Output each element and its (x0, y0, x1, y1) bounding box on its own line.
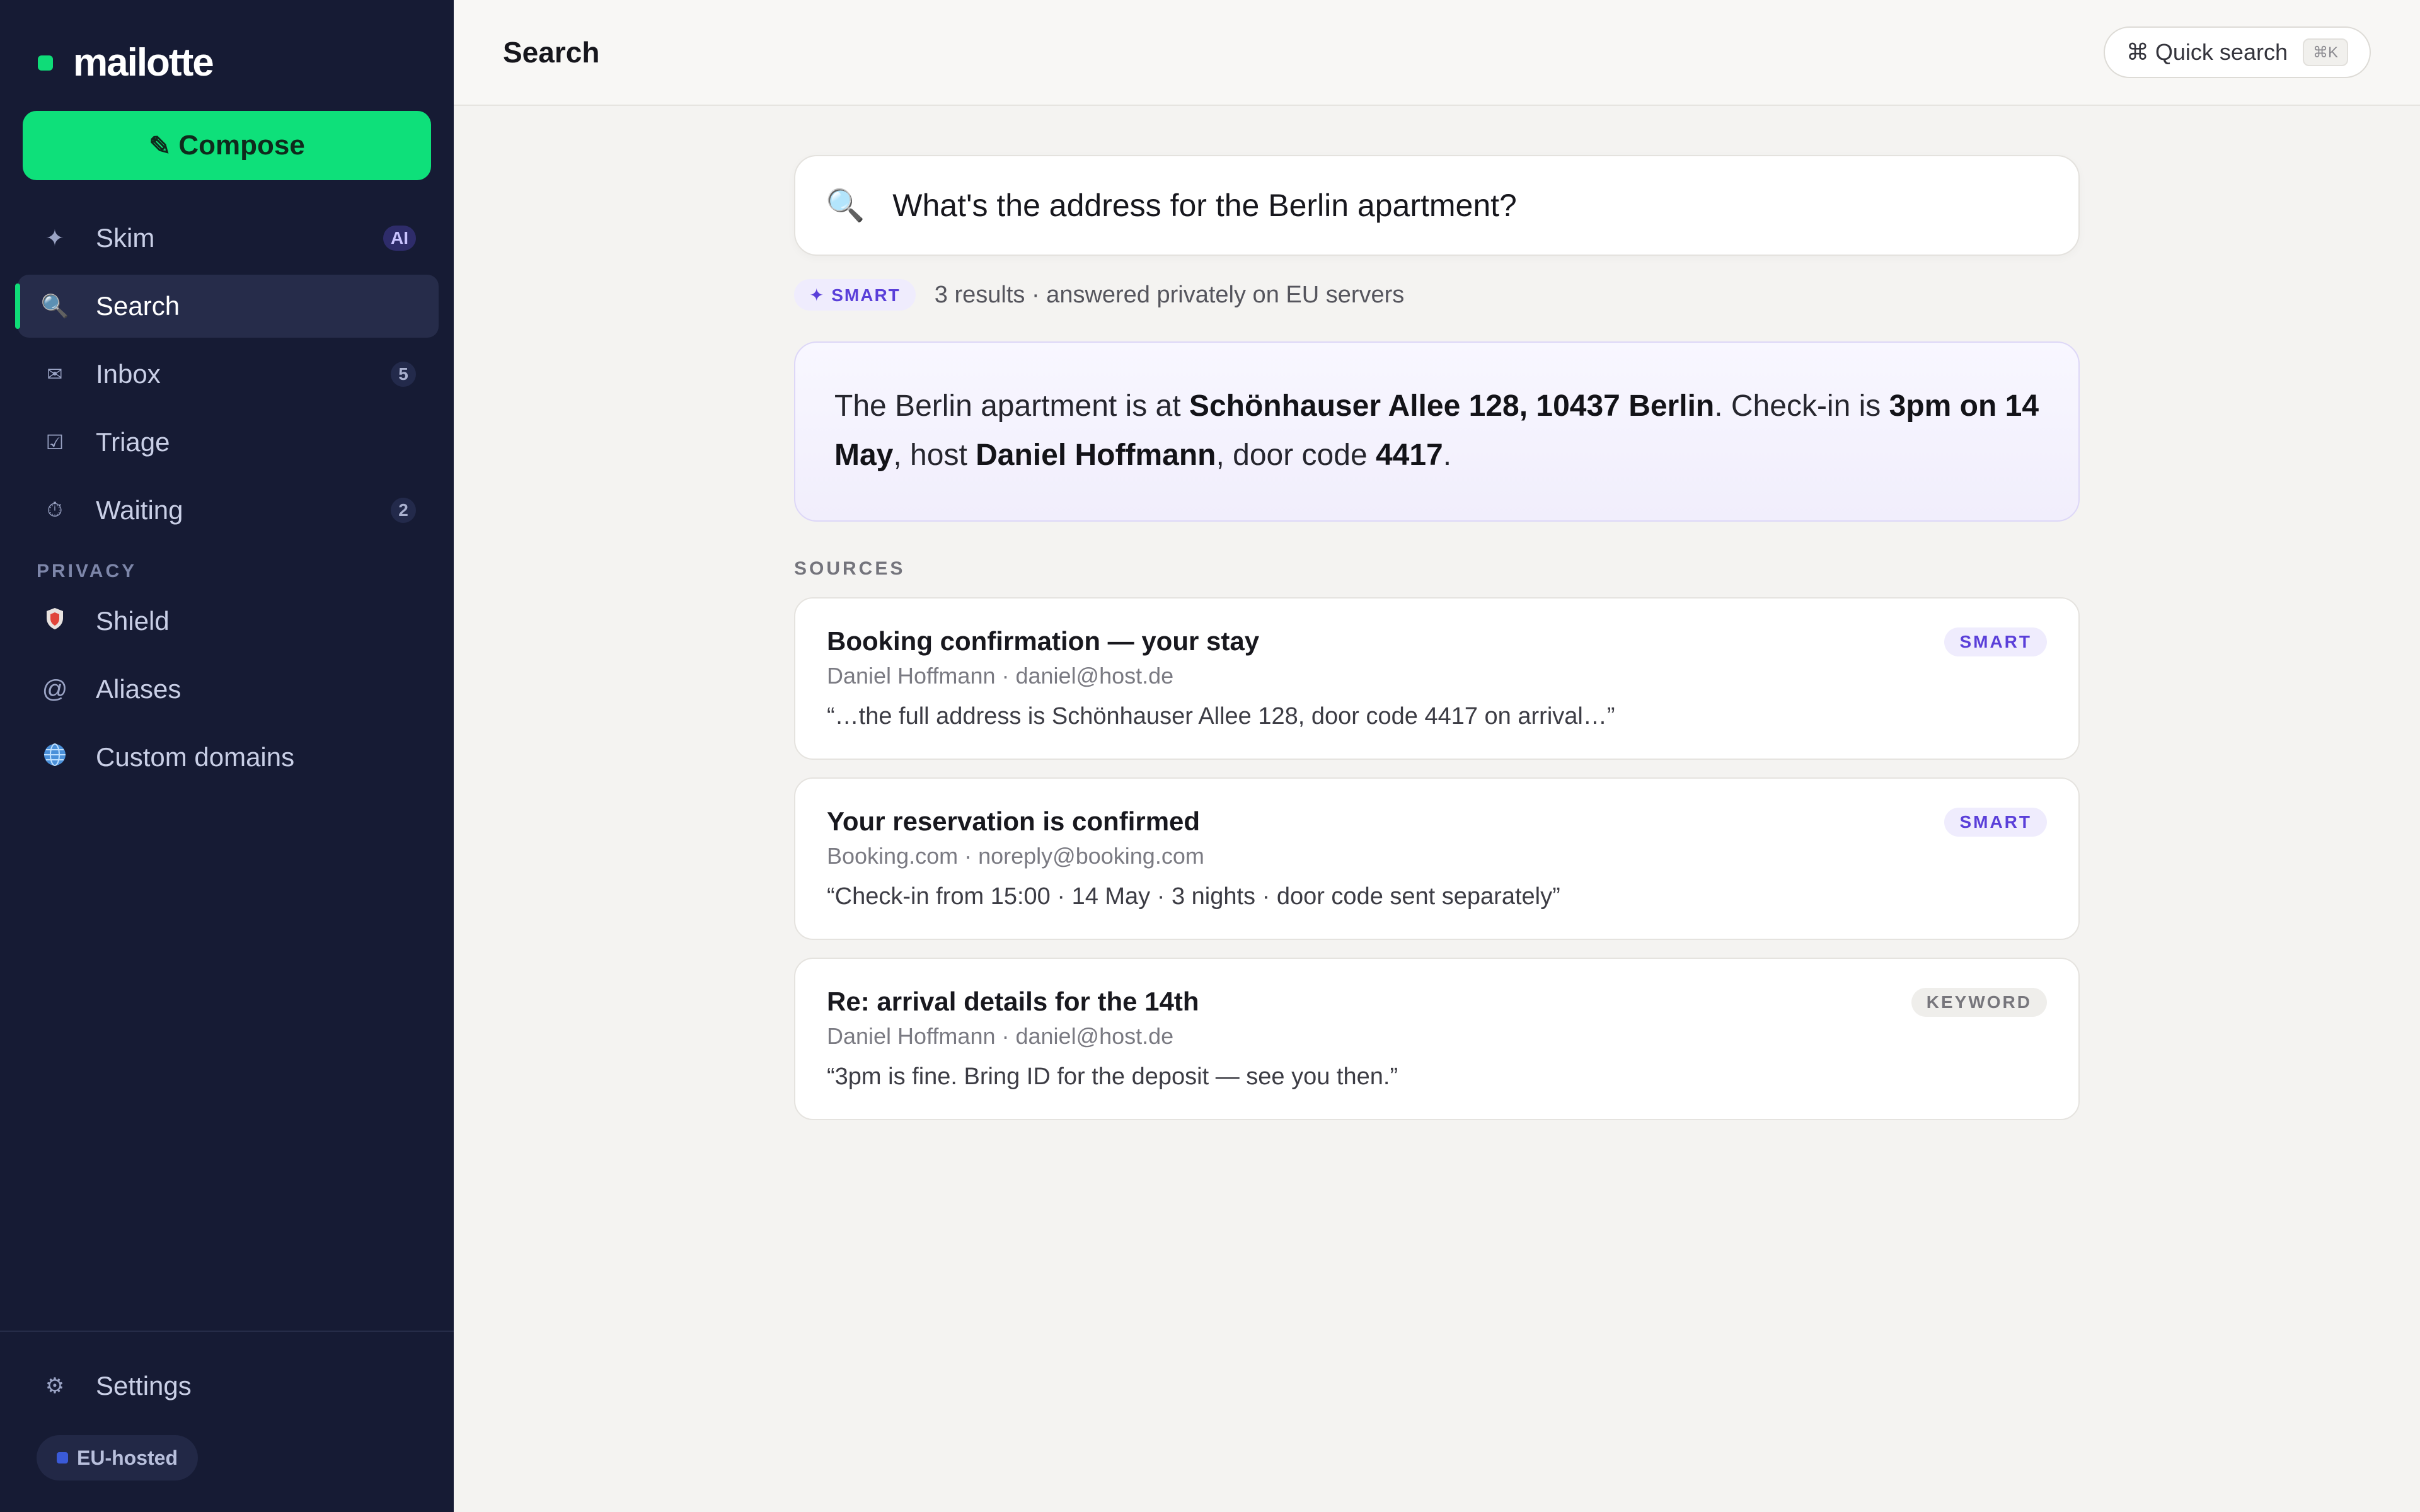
source-sender: Daniel Hoffmann · daniel@host.de (827, 663, 1174, 689)
app-window: mailotte ✎ Compose ✦ Skim AI 🔍 Search ✉ … (0, 0, 2420, 1512)
sidebar-item-search[interactable]: 🔍 Search (15, 275, 439, 338)
privacy-section-label: PRIVACY (37, 561, 137, 581)
sidebar-item-aliases[interactable]: @ Aliases (18, 658, 439, 721)
source-title: Your reservation is confirmed (827, 806, 1201, 836)
source-snippet: “…the full address is Schönhauser Allee … (827, 703, 1615, 730)
page-title: Search (503, 36, 600, 69)
search-content: 🔍 ✦ SMART 3 results · answered privately… (794, 155, 2080, 1120)
at-icon: @ (42, 675, 68, 703)
source-card[interactable]: Booking confirmation — your stay Daniel … (794, 597, 2080, 760)
sidebar-item-label: Search (96, 291, 180, 321)
checkbox-icon: ☑ (45, 431, 64, 454)
sidebar-item-waiting[interactable]: ⏱ Waiting 2 (18, 479, 439, 542)
results-summary: 3 results · answered privately on EU ser… (934, 281, 1405, 308)
smart-mode-badge: ✦ SMART (794, 279, 916, 311)
source-card[interactable]: Your reservation is confirmed Booking.co… (794, 777, 2080, 940)
answer-text: . (1443, 438, 1452, 472)
sidebar-item-label: Settings (96, 1371, 192, 1400)
shield-icon (40, 607, 69, 636)
sidebar-item-label: Aliases (96, 674, 182, 704)
eu-flag-icon (57, 1452, 68, 1463)
sidebar-item-skim[interactable]: ✦ Skim AI (18, 207, 439, 270)
quick-search-button[interactable]: ⌘ Quick search ⌘K (2103, 26, 2371, 78)
sidebar-item-label: Inbox (96, 359, 161, 389)
search-icon: 🔍 (40, 293, 69, 319)
unread-count-badge: 5 (391, 362, 416, 387)
answer-text: , door code (1216, 438, 1376, 472)
sources-heading: SOURCES (794, 558, 906, 579)
eu-hosted-label: EU-hosted (77, 1446, 178, 1469)
waiting-count-badge: 2 (391, 498, 416, 523)
source-snippet: “3pm is fine. Bring ID for the deposit —… (827, 1063, 1398, 1090)
main-panel: Search ⌘ Quick search ⌘K 🔍 ✦ SMART 3 res… (454, 0, 2420, 1512)
source-title: Booking confirmation — your stay (827, 626, 1260, 656)
answer-host: Daniel Hoffmann (976, 438, 1216, 472)
answer-door-code: 4417 (1375, 438, 1443, 472)
brand-name: mailotte (73, 41, 214, 84)
match-type-badge: SMART (1944, 627, 2047, 656)
gear-icon: ⚙ (45, 1374, 65, 1398)
pencil-icon: ✎ (149, 130, 171, 161)
sidebar-item-label: Custom domains (96, 742, 295, 772)
sidebar-item-settings[interactable]: ⚙ Settings (18, 1354, 439, 1418)
sidebar-item-inbox[interactable]: ✉ Inbox 5 (18, 343, 439, 406)
eu-hosted-badge: EU-hosted (37, 1435, 198, 1480)
quick-search-label: ⌘ Quick search (2126, 39, 2288, 65)
stopwatch-icon: ⏱ (47, 498, 63, 521)
source-snippet: “Check-in from 15:00 · 14 May · 3 nights… (827, 883, 1560, 910)
sidebar-divider (0, 1331, 454, 1332)
topbar: Search ⌘ Quick search ⌘K (454, 0, 2420, 106)
compose-label: Compose (178, 130, 305, 161)
answer-text: , host (893, 438, 976, 472)
sidebar-item-label: Shield (96, 606, 170, 636)
sidebar-item-label: Triage (96, 427, 170, 457)
sidebar-nav: ✦ Skim AI 🔍 Search ✉ Inbox 5 ☑ Triage ⏱ … (15, 207, 439, 794)
shield-svg (47, 607, 63, 629)
source-sender: Booking.com · noreply@booking.com (827, 843, 1204, 869)
source-card[interactable]: Re: arrival details for the 14th Daniel … (794, 958, 2080, 1120)
sidebar-item-shield[interactable]: Shield (18, 590, 439, 653)
search-box[interactable]: 🔍 (794, 155, 2080, 256)
globe-icon (40, 743, 69, 772)
keyboard-shortcut-hint: ⌘K (2302, 38, 2348, 66)
ai-badge: AI (383, 226, 416, 251)
source-sender: Daniel Hoffmann · daniel@host.de (827, 1023, 1174, 1049)
search-meta-row: ✦ SMART 3 results · answered privately o… (794, 277, 2080, 312)
source-title: Re: arrival details for the 14th (827, 987, 1199, 1016)
sidebar-item-triage[interactable]: ☑ Triage (18, 411, 439, 474)
sparkle-icon: ✦ (45, 225, 65, 251)
globe-svg (44, 743, 66, 766)
sidebar: mailotte ✎ Compose ✦ Skim AI 🔍 Search ✉ … (0, 0, 454, 1512)
sidebar-item-label: Skim (96, 223, 155, 253)
answer-text: The Berlin apartment is at (834, 389, 1189, 423)
brand-logo[interactable]: mailotte (38, 40, 214, 85)
sidebar-item-label: Waiting (96, 495, 183, 525)
search-icon: 🔍 (826, 187, 865, 223)
answer-address: Schönhauser Allee 128, 10437 Berlin (1189, 389, 1715, 423)
sidebar-item-custom-domains[interactable]: Custom domains (18, 726, 439, 789)
brand-dot-icon (38, 55, 53, 71)
envelope-icon: ✉ (47, 364, 63, 385)
search-input[interactable] (892, 187, 2059, 224)
answer-text: . Check-in is (1714, 389, 1889, 423)
ai-answer-card: The Berlin apartment is at Schönhauser A… (794, 341, 2080, 522)
match-type-badge: SMART (1944, 808, 2047, 837)
compose-button[interactable]: ✎ Compose (23, 111, 431, 180)
match-type-badge: KEYWORD (1911, 988, 2047, 1017)
